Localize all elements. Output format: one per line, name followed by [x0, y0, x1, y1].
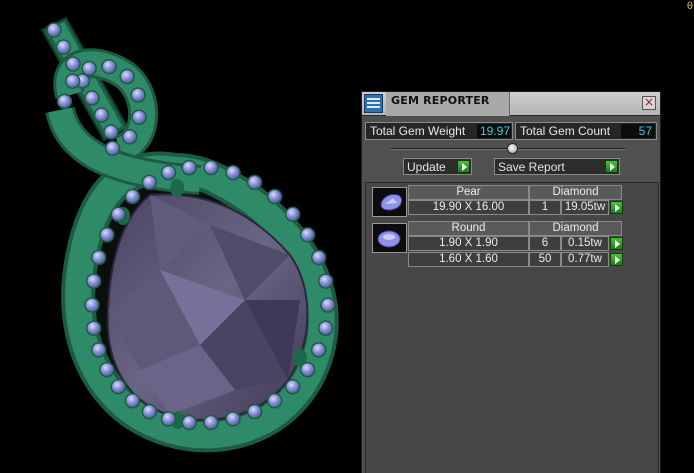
accent-stone: [317, 320, 334, 336]
accent-stone: [103, 124, 119, 140]
total-gem-weight-value: 19.97: [477, 124, 511, 138]
accent-stone: [246, 174, 263, 191]
accent-stone: [203, 414, 219, 431]
play-arrow-icon[interactable]: [605, 160, 618, 173]
close-button[interactable]: ×: [642, 96, 656, 110]
accent-stone: [284, 206, 301, 222]
accent-stone: [99, 361, 115, 378]
gem-reporter-panel: GEM REPORTER × Total Gem Weight 19.97 To…: [361, 91, 661, 473]
accent-stone: [266, 188, 283, 205]
accent-stone: [64, 73, 81, 89]
accent-stone: [181, 159, 197, 176]
accent-stone: [124, 188, 141, 205]
gem-shape-label: Pear: [408, 185, 529, 200]
total-gem-count-value: 57: [621, 124, 655, 138]
accent-stone: [299, 227, 316, 243]
accent-stone: [299, 361, 316, 378]
gem-count: 6: [529, 236, 561, 251]
gem-list: Pear Diamond 19.90 X 16.00 1 19.05tw Rou…: [365, 182, 659, 473]
total-gem-weight-label: Total Gem Weight: [370, 124, 466, 138]
play-arrow-icon[interactable]: [610, 201, 623, 214]
gem-count: 50: [529, 252, 561, 267]
accent-stone: [55, 39, 72, 55]
gem-material-label: Diamond: [529, 185, 622, 200]
update-button-label: Update: [407, 160, 446, 174]
accent-stone: [160, 411, 177, 427]
total-gem-weight: Total Gem Weight 19.97: [365, 122, 513, 140]
play-arrow-icon[interactable]: [610, 237, 623, 250]
gem-weight: 0.77tw: [561, 252, 609, 267]
accent-stone: [131, 109, 147, 125]
accent-stone: [84, 90, 100, 106]
panel-titlebar[interactable]: GEM REPORTER ×: [362, 92, 660, 116]
accent-stone: [93, 107, 110, 123]
accent-stone: [99, 227, 115, 243]
play-arrow-icon[interactable]: [457, 160, 470, 173]
round-gem-icon: [372, 223, 407, 253]
accent-stone: [110, 206, 127, 222]
accent-stone: [225, 411, 241, 427]
save-report-button-label: Save Report: [498, 160, 565, 174]
gem-size: 19.90 X 16.00: [408, 200, 529, 215]
gem-reporter-icon: [364, 94, 383, 113]
accent-stone: [181, 414, 197, 431]
accent-stone: [160, 164, 177, 181]
accent-stone: [46, 22, 62, 38]
gem-size: 1.60 X 1.60: [408, 252, 529, 267]
accent-stone: [84, 297, 100, 313]
accent-stone: [284, 378, 301, 395]
accent-stone: [141, 174, 158, 191]
gem-count: 1: [529, 200, 561, 215]
pear-gem-icon: [372, 187, 407, 217]
accent-stone: [85, 273, 102, 289]
accent-stone: [141, 403, 158, 420]
accent-stone: [124, 393, 141, 409]
accent-stone: [119, 68, 135, 85]
total-gem-count: Total Gem Count 57: [515, 122, 657, 140]
total-gem-count-label: Total Gem Count: [520, 124, 611, 138]
accent-stone: [121, 129, 138, 145]
update-button[interactable]: Update: [403, 158, 472, 175]
accent-stone: [266, 393, 283, 409]
accent-stone: [130, 87, 146, 103]
accent-stone: [320, 297, 336, 313]
accent-stone: [101, 58, 117, 75]
slider-thumb[interactable]: [507, 143, 518, 154]
gem-weight: 0.15tw: [561, 236, 609, 251]
accent-stone: [110, 378, 127, 395]
accent-stone: [310, 249, 327, 266]
accent-stone: [56, 93, 73, 110]
accent-stone: [203, 159, 219, 176]
accent-stone: [90, 249, 107, 266]
accent-stone: [90, 342, 107, 358]
gem-weight: 19.05tw: [561, 200, 609, 215]
save-report-button[interactable]: Save Report: [494, 158, 620, 175]
accent-stone: [310, 342, 327, 358]
play-arrow-icon[interactable]: [610, 253, 623, 266]
gem-size: 1.90 X 1.90: [408, 236, 529, 251]
gem-material-label: Diamond: [529, 221, 622, 236]
accent-stone: [104, 140, 121, 157]
accent-stone: [225, 164, 241, 181]
panel-title: GEM REPORTER: [386, 92, 510, 116]
corner-glyph: θ: [686, 1, 693, 12]
gem-shape-label: Round: [408, 221, 529, 236]
accent-stone: [317, 273, 334, 289]
accent-stone: [65, 56, 81, 72]
accent-stone: [85, 320, 102, 336]
accent-stone: [81, 60, 97, 77]
accent-stone: [246, 403, 263, 420]
